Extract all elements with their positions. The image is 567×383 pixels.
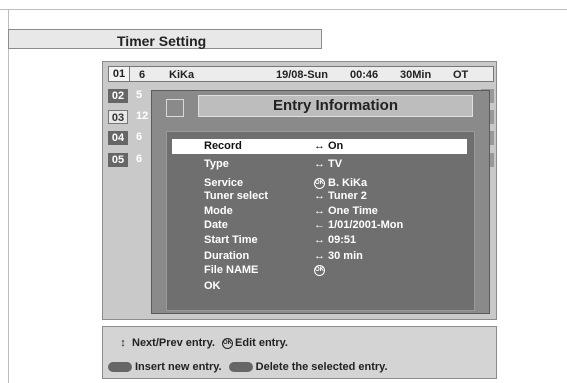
insert-hint: Insert new entry.: [135, 361, 222, 373]
left-arrow-icon: ←: [314, 219, 325, 231]
entry-file-name[interactable]: File NAME OK: [172, 263, 467, 278]
timer-row-3-channel: 12: [136, 110, 149, 122]
timer-row-5-number[interactable]: 05: [108, 153, 128, 167]
nav-hint: Next/Prev entry.: [132, 337, 215, 349]
left-right-arrow-icon: ↔: [314, 205, 325, 217]
timer-row-4-channel: 6: [136, 131, 143, 143]
entry-start-time[interactable]: Start Time ↔ 09:51: [172, 233, 467, 248]
timer-row-1[interactable]: 01 6 KiKa 19/08-Sun 00:46 30Min OT: [108, 66, 494, 82]
entry-tuner-select[interactable]: Tuner select ↔ Tuner 2: [172, 189, 467, 204]
ok-button-icon: OK: [222, 337, 234, 349]
timer-row-5-channel: 6: [136, 153, 143, 165]
dialog-box-icon: [166, 99, 184, 117]
left-right-arrow-icon: ↔: [314, 158, 325, 170]
entry-mode[interactable]: Mode ↔ One Time: [172, 204, 467, 219]
page-title: Timer Setting: [117, 33, 207, 49]
edit-hint: Edit entry.: [235, 337, 288, 349]
timer-row-2-number[interactable]: 02: [108, 89, 128, 103]
red-button-icon: [108, 362, 132, 373]
timer-row-duration: 30Min: [400, 69, 432, 81]
dialog-title: Entry Information: [198, 95, 473, 117]
timer-row-2-channel: 5: [136, 89, 143, 101]
up-down-arrow-icon: ↕: [120, 337, 126, 349]
timer-row-channel: 6: [139, 69, 146, 81]
entry-date[interactable]: Date ← 1/01/2001-Mon: [172, 218, 467, 233]
green-button-icon: [228, 362, 253, 373]
timer-row-date: 19/08-Sun: [276, 69, 328, 81]
delete-hint: Delete the selected entry.: [255, 361, 388, 373]
top-divider: [0, 9, 567, 10]
help-line-1: ↕ Next/Prev entry. OK Edit entry.: [118, 336, 288, 350]
timer-row-time: 00:46: [350, 69, 379, 81]
timer-row-3-number[interactable]: 03: [108, 110, 128, 124]
entry-type[interactable]: Type ↔ TV: [172, 157, 467, 172]
entry-record[interactable]: Record ↔ On: [172, 139, 467, 154]
left-right-arrow-icon: ↔: [314, 140, 325, 152]
entry-ok[interactable]: OK: [172, 279, 467, 294]
timer-row-station: KiKa: [169, 69, 195, 81]
timer-row-type: OT: [453, 69, 469, 81]
timer-row-number: 01: [109, 67, 130, 81]
left-right-arrow-icon: ↔: [314, 250, 325, 262]
help-line-2: Insert new entry. Delete the selected en…: [108, 360, 388, 374]
ok-button-icon: OK: [314, 264, 325, 277]
left-right-arrow-icon: ↔: [314, 234, 325, 246]
left-divider: [8, 9, 9, 383]
left-right-arrow-icon: ↔: [314, 190, 325, 202]
timer-row-4-number[interactable]: 04: [108, 131, 128, 145]
entry-duration[interactable]: Duration ↔ 30 min: [172, 249, 467, 264]
